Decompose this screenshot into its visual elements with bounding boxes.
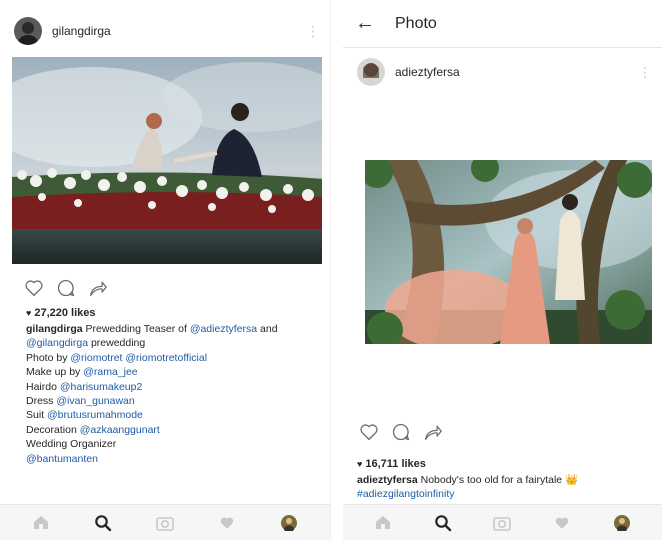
heart-icon: ♥: [357, 459, 363, 469]
post-photo[interactable]: [12, 57, 322, 264]
likes-count[interactable]: ♥ 27,220 likes: [26, 307, 96, 319]
caption-text: Hairdo: [26, 380, 60, 393]
mention-link[interactable]: @azkaanggunart: [80, 424, 160, 436]
heart-icon[interactable]: [213, 509, 241, 537]
mention-link[interactable]: @riomotret: [70, 352, 122, 364]
bottom-tab-bar: [0, 504, 330, 540]
caption-text: and: [257, 323, 278, 335]
share-arrow-icon[interactable]: [88, 279, 108, 297]
caption-text: Photo by: [26, 351, 71, 364]
avatar[interactable]: [14, 17, 42, 45]
avatar[interactable]: [357, 58, 385, 86]
caption-text: Decoration: [26, 423, 80, 436]
mention-link[interactable]: @harisumakeup2: [60, 381, 142, 393]
caption-username[interactable]: adieztyfersa: [357, 474, 418, 486]
post-header: adieztyfersa ⋮: [343, 50, 662, 94]
post-username[interactable]: adieztyfersa: [395, 65, 460, 79]
likes-count[interactable]: ♥ 16,711 likes: [357, 458, 426, 470]
caption-username[interactable]: gilangdirga: [26, 323, 83, 335]
home-icon[interactable]: [27, 509, 55, 537]
back-arrow-icon[interactable]: ←: [355, 12, 379, 35]
post-caption: gilangdirga Prewedding Teaser of @adiezt…: [26, 322, 326, 466]
post-actions: [24, 278, 108, 298]
mention-link[interactable]: @rama_jee: [83, 366, 137, 378]
left-post-screen: gilangdirga ⋮ ♥ 27,220 likes gilangdirga…: [0, 0, 331, 540]
caption-text: Prewedding Teaser of: [82, 323, 190, 335]
share-arrow-icon[interactable]: [423, 423, 443, 441]
post-photo[interactable]: [365, 160, 652, 344]
caption-text: Suit: [26, 409, 48, 422]
screenshot-collage: gilangdirga ⋮ ♥ 27,220 likes gilangdirga…: [0, 0, 662, 540]
comment-icon[interactable]: [391, 422, 411, 442]
more-vertical-icon[interactable]: ⋮: [306, 24, 320, 38]
post-caption: adieztyfersa Nobody's too old for a fair…: [357, 473, 657, 502]
profile-avatar-icon[interactable]: [275, 509, 303, 537]
camera-icon[interactable]: [488, 509, 516, 537]
likes-text: 16,711 likes: [365, 458, 426, 470]
heart-icon[interactable]: [548, 509, 576, 537]
caption-text: prewedding: [88, 337, 146, 350]
more-vertical-icon[interactable]: ⋮: [638, 65, 652, 79]
caption-text: Nobody's too old for a fairytale: [417, 474, 566, 486]
heart-outline-icon[interactable]: [359, 423, 379, 441]
crown-emoji: 👑: [565, 474, 579, 486]
hashtag-link[interactable]: #adiezgilangtoinfinity: [357, 488, 454, 500]
caption-text: Make up by: [26, 366, 84, 379]
camera-icon[interactable]: [151, 509, 179, 537]
home-icon[interactable]: [369, 509, 397, 537]
bottom-tab-bar: [343, 504, 662, 540]
right-photo-screen: ← Photo adieztyfersa ⋮ ♥ 16,711 likes ad…: [343, 0, 662, 540]
mention-link[interactable]: @gilangdirga: [26, 337, 88, 349]
heart-icon: ♥: [26, 308, 32, 318]
profile-avatar-icon[interactable]: [608, 509, 636, 537]
mention-link[interactable]: @bantumanten: [26, 453, 98, 465]
post-actions: [359, 422, 443, 442]
post-username[interactable]: gilangdirga: [52, 24, 111, 38]
comment-icon[interactable]: [56, 278, 76, 298]
caption-text: Wedding Organizer: [26, 438, 117, 451]
top-app-bar: ← Photo: [343, 0, 662, 48]
mention-link[interactable]: @adieztyfersa: [190, 323, 257, 335]
heart-outline-icon[interactable]: [24, 279, 44, 297]
mention-link[interactable]: @ivan_gunawan: [56, 395, 134, 407]
likes-text: 27,220 likes: [34, 307, 96, 319]
mention-link[interactable]: @brutusrumahmode: [47, 409, 143, 421]
search-icon[interactable]: [89, 509, 117, 537]
mention-link[interactable]: @riomotretofficial: [125, 352, 207, 364]
page-title: Photo: [395, 14, 437, 32]
search-icon[interactable]: [429, 509, 457, 537]
caption-text: Dress: [26, 395, 57, 408]
post-header: gilangdirga ⋮: [0, 6, 330, 56]
